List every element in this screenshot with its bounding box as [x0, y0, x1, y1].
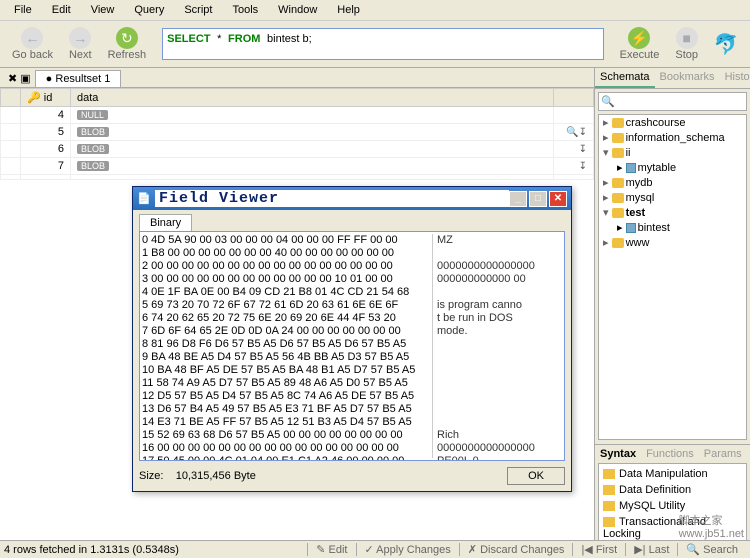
row-edit-icons[interactable]: 🔍↧	[554, 124, 594, 141]
status-discard[interactable]: ✗ Discard Changes	[459, 543, 573, 556]
col-id: 🔑 id	[21, 89, 71, 107]
status-last[interactable]: ▶| Last	[625, 543, 677, 556]
arrow-right-icon: →	[69, 27, 91, 49]
menu-tools[interactable]: Tools	[222, 2, 268, 18]
schema-tree[interactable]: crashcourse information_schema ii ▸ myta…	[598, 114, 747, 440]
db-information-schema[interactable]: information_schema	[599, 130, 746, 145]
tab-bookmarks[interactable]: Bookmarks	[655, 68, 720, 88]
table-mytable[interactable]: ▸ mytable	[599, 160, 746, 175]
stop-icon: ■	[676, 27, 698, 49]
side-tabs: Schemata Bookmarks History	[595, 68, 750, 89]
menu-file[interactable]: File	[4, 2, 42, 18]
back-button[interactable]: ←Go back	[4, 25, 61, 63]
hex-viewer[interactable]: 0 4D 5A 90 00 03 00 00 00 04 00 00 00 FF…	[139, 231, 565, 461]
maximize-button[interactable]: □	[529, 191, 547, 207]
tab-binary[interactable]: Binary	[139, 214, 192, 231]
close-button[interactable]: ✕	[549, 191, 567, 207]
menu-query[interactable]: Query	[124, 2, 174, 18]
statusbar: 4 rows fetched in 1.3131s (0.5348s) ✎ Ed…	[0, 540, 750, 558]
db-www[interactable]: www	[599, 235, 746, 250]
col-data: data	[71, 89, 554, 107]
table-row: 5BLOB🔍↧	[1, 124, 594, 141]
status-search[interactable]: 🔍 Search	[677, 543, 746, 556]
status-rows: 4 rows fetched in 1.3131s (0.5348s)	[4, 544, 179, 556]
status-apply[interactable]: ✓ Apply Changes	[356, 543, 459, 556]
tab-syntax[interactable]: Syntax	[595, 445, 641, 463]
dialog-titlebar[interactable]: 📄 Field Viewer _ □ ✕	[133, 187, 571, 210]
menu-edit[interactable]: Edit	[42, 2, 81, 18]
size-label: Size: 10,315,456 Byte	[139, 470, 507, 482]
status-edit[interactable]: ✎ Edit	[307, 543, 355, 556]
execute-button[interactable]: ⚡Execute	[612, 25, 668, 63]
result-tabs: ✖ ▣ ● Resultset 1	[0, 68, 594, 88]
menu-view[interactable]: View	[81, 2, 125, 18]
refresh-button[interactable]: ↻Refresh	[100, 25, 155, 63]
menu-script[interactable]: Script	[174, 2, 222, 18]
action-dml[interactable]: Data Manipulation	[601, 466, 744, 482]
tab-history[interactable]: History	[720, 68, 750, 88]
action-ddl[interactable]: Data Definition	[601, 482, 744, 498]
table-row: 6BLOB↧	[1, 141, 594, 158]
ok-button[interactable]: OK	[507, 467, 565, 485]
watermark: 脚本之家www.jb51.net	[679, 512, 744, 540]
toolbar: ←Go back →Next ↻Refresh SELECT * FROM bi…	[0, 21, 750, 68]
table-bintest[interactable]: ▸ bintest	[599, 220, 746, 235]
tab-functions[interactable]: Functions	[641, 445, 699, 463]
db-ii[interactable]: ii	[599, 145, 746, 160]
mysql-logo-icon: 🐬	[706, 28, 746, 60]
menu-help[interactable]: Help	[327, 2, 370, 18]
tab-schemata[interactable]: Schemata	[595, 68, 655, 88]
next-button[interactable]: →Next	[61, 25, 100, 63]
menu-window[interactable]: Window	[268, 2, 327, 18]
db-mydb[interactable]: mydb	[599, 175, 746, 190]
menubar: File Edit View Query Script Tools Window…	[0, 0, 750, 21]
refresh-icon: ↻	[116, 27, 138, 49]
arrow-left-icon: ←	[21, 27, 43, 49]
resultset-tab[interactable]: ● Resultset 1	[35, 70, 122, 87]
stop-button[interactable]: ■Stop	[667, 25, 706, 63]
field-viewer-dialog: 📄 Field Viewer _ □ ✕ Binary 0 4D 5A 90 0…	[132, 186, 572, 492]
bottom-tabs: Syntax Functions Params Trx	[595, 444, 750, 463]
minimize-button[interactable]: _	[509, 191, 527, 207]
schema-search[interactable]: 🔍	[598, 92, 747, 111]
table-row: 7BLOB↧	[1, 158, 594, 175]
play-icon: ⚡	[628, 27, 650, 49]
dialog-title: Field Viewer	[155, 190, 509, 207]
tab-params[interactable]: Params	[699, 445, 747, 463]
status-first[interactable]: |◀ First	[572, 543, 625, 556]
sql-editor[interactable]: SELECT * FROM bintest b;	[162, 28, 603, 60]
db-mysql[interactable]: mysql	[599, 190, 746, 205]
table-row: 4NULL	[1, 107, 594, 124]
app-icon: 📄	[137, 192, 151, 206]
db-crashcourse[interactable]: crashcourse	[599, 115, 746, 130]
db-test[interactable]: test	[599, 205, 746, 220]
